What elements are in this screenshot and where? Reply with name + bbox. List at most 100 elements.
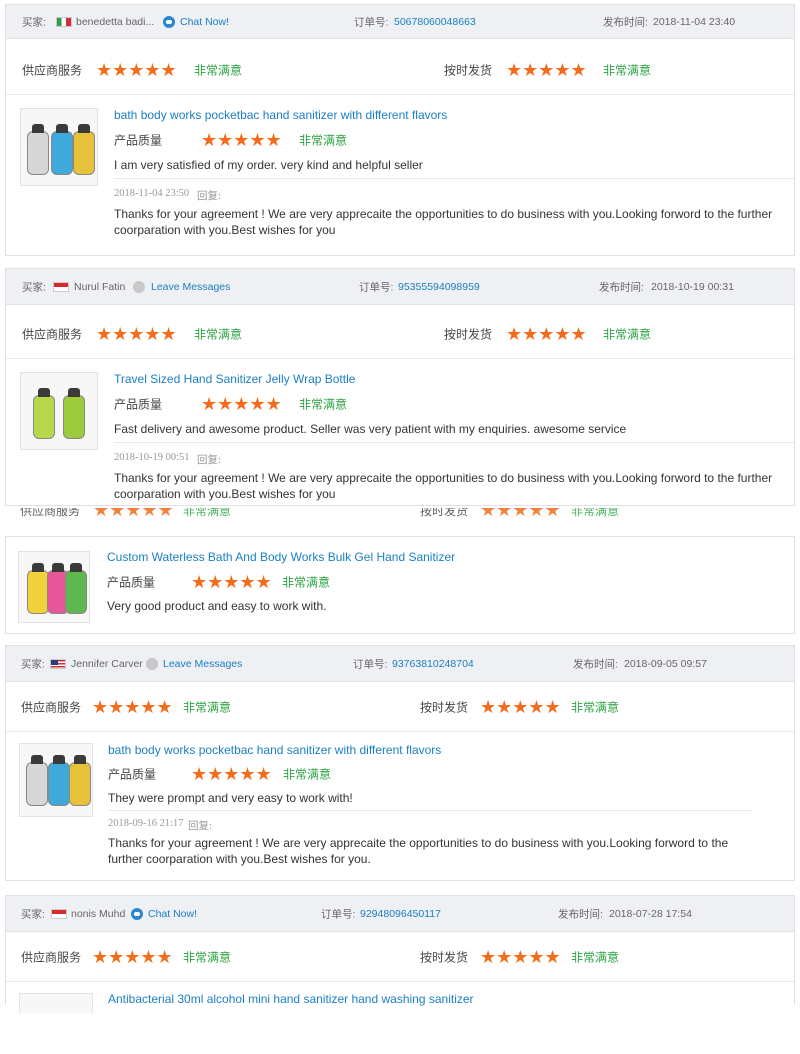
divider [108,810,753,811]
comment-time: 2018-10-19 00:51 [114,452,190,463]
supplier-service-result: 非常满意 [183,700,232,714]
order-label: 订单号: [359,281,394,293]
published-label: 发布时间: [603,16,648,28]
product-title-link[interactable]: bath body works pocketbac hand sanitizer… [114,108,447,122]
quality-row: 产品质量 ★★★★★ 非常满意 [6,571,606,593]
chat-icon[interactable] [131,907,143,920]
product-title-link[interactable]: bath body works pocketbac hand sanitizer… [108,743,441,757]
order-number-link[interactable]: 93763810248704 [392,658,474,670]
buyer-comment: Very good product and easy to work with. [107,599,327,613]
order-label: 订单号: [321,908,356,920]
supplier-service-result: 非常满意 [183,950,232,964]
on-time-result: 非常满意 [571,950,620,964]
quality-stars: ★★★★★ [201,394,282,414]
indonesia-flag-icon [51,908,67,919]
comment-time: 2018-09-16 21:17 [108,818,184,829]
rating-row: 供应商服务 ★★★★★ 非常满意 按时发货 ★★★★★ 非常满意 [6,932,794,982]
published-time: 2018-11-04 23:40 [653,15,736,28]
buyer-name: benedetta badi... [76,15,155,28]
quality-label: 产品质量 [107,575,156,590]
chat-now-link[interactable]: Chat Now! [180,16,229,28]
published-label: 发布时间: [558,908,603,920]
buyer-label: 买家: [21,658,45,670]
buyer-label: 买家: [21,908,45,920]
order-number-link[interactable]: 95355594098959 [398,281,480,293]
buyer-name: nonis Muhd [71,907,126,920]
message-icon[interactable] [146,657,158,670]
product-title-link[interactable]: Travel Sized Hand Sanitizer Jelly Wrap B… [114,372,355,386]
reply-label: 回复: [197,191,221,202]
supplier-service-stars: ★★★★★ [92,696,173,717]
supplier-service-label: 供应商服务 [22,63,83,77]
supplier-service-result: 非常满意 [194,327,243,341]
on-time-label: 按时发货 [420,700,469,714]
supplier-service-label: 供应商服务 [21,700,82,714]
on-time-label: 按时发货 [420,508,469,518]
seller-reply: Thanks for your agreement ! We are very … [108,836,729,866]
buyer-label: 买家: [22,281,46,293]
order-number-link[interactable]: 92948096450117 [360,908,441,920]
quality-label: 产品质量 [108,767,157,782]
supplier-service-result: 非常满意 [183,508,232,518]
seller-reply: Thanks for your agreement ! We are very … [114,207,773,237]
on-time-result: 非常满意 [603,327,652,341]
buyer-comment: Fast delivery and awesome product. Selle… [114,422,627,436]
review-header: 买家: Jennifer Carver Leave Messages 订单号: … [6,646,794,682]
on-time-label: 按时发货 [420,950,469,964]
published-label: 发布时间: [573,658,618,670]
review-card-3: Custom Waterless Bath And Body Works Bul… [5,536,795,634]
leave-messages-link[interactable]: Leave Messages [151,281,230,293]
supplier-service-label: 供应商服务 [21,950,82,964]
on-time-result: 非常满意 [571,700,620,714]
on-time-stars: ★★★★★ [480,508,561,520]
review-card-4: 买家: Jennifer Carver Leave Messages 订单号: … [5,645,795,881]
quality-stars: ★★★★★ [201,130,282,150]
quality-label: 产品质量 [114,133,163,148]
on-time-label: 按时发货 [444,63,493,77]
buyer-comment: They were prompt and very easy to work w… [108,791,353,805]
rating-row: 供应商服务 ★★★★★ 非常满意 按时发货 ★★★★★ 非常满意 [6,309,794,359]
published-time: 2018-10-19 00:31 [651,280,734,293]
chat-now-link[interactable]: Chat Now! [148,908,197,920]
supplier-service-stars: ★★★★★ [92,946,173,967]
order-label: 订单号: [353,658,388,670]
quality-label: 产品质量 [114,397,163,412]
seller-reply: Thanks for your agreement ! We are very … [114,471,773,501]
message-icon[interactable] [133,280,145,293]
quality-stars: ★★★★★ [191,764,272,784]
review-card-1: 买家: benedetta badi... Chat Now! 订单号: 506… [5,4,795,256]
quality-row: 产品质量 ★★★★★ 非常满意 [6,393,606,415]
review-header: 买家: benedetta badi... Chat Now! 订单号: 506… [6,5,794,39]
supplier-service-label: 供应商服务 [22,327,83,341]
divider [114,178,794,179]
published-time: 2018-09-05 09:57 [624,657,707,670]
product-title-link[interactable]: Custom Waterless Bath And Body Works Bul… [107,550,455,564]
indonesia-flag-icon [53,281,69,292]
leave-messages-link[interactable]: Leave Messages [163,658,242,670]
reply-label: 回复: [188,821,212,832]
quality-result: 非常满意 [283,767,332,782]
quality-stars: ★★★★★ [191,572,272,592]
chat-icon[interactable] [163,15,175,28]
supplier-service-stars: ★★★★★ [93,508,174,520]
on-time-stars: ★★★★★ [506,323,587,344]
quality-row: 产品质量 ★★★★★ 非常满意 [6,129,606,151]
product-title-link[interactable]: Antibacterial 30ml alcohol mini hand san… [108,992,474,1006]
quality-result: 非常满意 [282,575,331,590]
published-label: 发布时间: [599,281,644,293]
rating-row: 供应商服务 ★★★★★ 非常满意 按时发货 ★★★★★ 非常满意 [6,45,794,95]
order-label: 订单号: [354,16,389,28]
reply-label: 回复: [197,455,221,466]
supplier-service-stars: ★★★★★ [96,323,177,344]
usa-flag-icon [50,658,66,669]
divider [114,442,794,443]
order-number-link[interactable]: 50678060048663 [394,16,476,28]
on-time-stars: ★★★★★ [480,696,561,717]
on-time-result: 非常满意 [603,63,652,77]
buyer-name: Nurul Fatin [74,280,126,293]
supplier-service-label: 供应商服务 [20,508,81,518]
review-card-2: 买家: Nurul Fatin Leave Messages 订单号: 9535… [5,268,795,506]
rating-row: 供应商服务 ★★★★★ 非常满意 按时发货 ★★★★★ 非常满意 [6,682,794,732]
product-thumbnail[interactable] [19,993,93,1013]
on-time-result: 非常满意 [571,508,620,518]
